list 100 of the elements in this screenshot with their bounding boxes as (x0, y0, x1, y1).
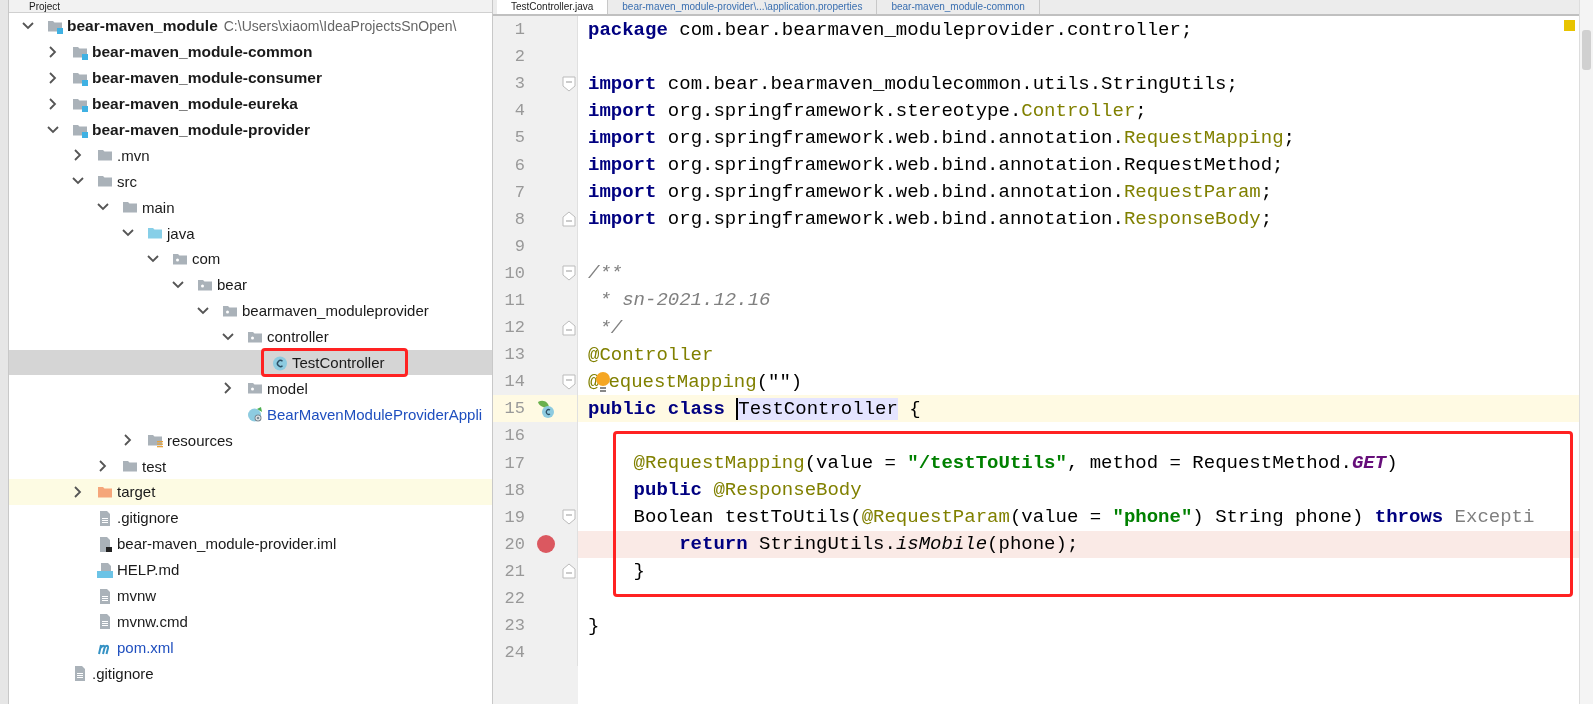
tree-item[interactable]: controller (267, 328, 329, 346)
tree-item[interactable]: bear-maven_module (67, 16, 218, 35)
folder-icon (97, 173, 113, 190)
folder-icon (147, 225, 163, 242)
code-token: } (632, 560, 645, 583)
tree-item[interactable]: bear (217, 276, 248, 294)
line-number: 21 (503, 561, 525, 581)
code-token: return (678, 533, 748, 556)
line-number: 4 (513, 101, 525, 121)
tree-item[interactable]: test (142, 457, 167, 475)
code-token: org.springframework.web.bind.annotation. (666, 208, 1124, 231)
tree-item[interactable]: HELP.md (117, 561, 180, 579)
breakpoint-icon[interactable] (536, 534, 556, 555)
line-number: 22 (503, 589, 525, 608)
editor-tab[interactable]: bear-maven_module-common (877, 0, 1040, 14)
code-token: , method = RequestMethod. (1066, 452, 1352, 475)
code-token: import (588, 126, 657, 149)
code-token: ) String phone) (1192, 506, 1365, 529)
tree-item[interactable]: model (267, 379, 308, 397)
folder-icon (122, 458, 138, 475)
tree-item[interactable]: main (142, 198, 175, 216)
code-token: TestController (738, 397, 898, 420)
code-token: @ResponseBody (712, 479, 862, 502)
code-token: ) (1386, 452, 1398, 475)
code-token: RequestMapping (1123, 126, 1284, 149)
code-token: import (588, 72, 657, 95)
file-icon (72, 665, 88, 682)
code-token: */ (598, 316, 623, 339)
code-token: RequestParam (1123, 181, 1261, 204)
tree-item[interactable]: bearmaven_moduleprovider (242, 302, 429, 320)
tree-item[interactable]: src (117, 172, 137, 190)
line-number: 6 (513, 155, 525, 175)
tree-item[interactable]: .mvn (117, 146, 150, 164)
file-icon (97, 587, 113, 604)
code-token: ; (1260, 208, 1273, 231)
project-path: C:\Users\xiaom\IdeaProjectsSnOpen\ (223, 17, 457, 34)
line-number: 9 (513, 236, 525, 256)
line-number: 17 (503, 453, 525, 473)
line-number: 3 (513, 74, 525, 94)
scrollbar-thumb[interactable] (1582, 30, 1591, 70)
code-token: @RequestParam (861, 506, 1010, 529)
editor-tab[interactable]: bear-maven_module-provider\...\application.properties (608, 0, 878, 14)
line-number: 16 (503, 426, 525, 446)
code-token: ; (1135, 99, 1147, 122)
line-number: 19 (503, 507, 525, 527)
warning-marker[interactable] (1564, 20, 1575, 31)
line-number: 8 (513, 209, 525, 229)
code-token: isMobile (895, 533, 988, 556)
code-token: package (588, 18, 668, 41)
file-icon (97, 509, 113, 526)
file-icon (97, 613, 113, 630)
file-icon (97, 535, 113, 552)
code-token: org.springframework.web.bind.annotation. (666, 126, 1124, 149)
tree-item[interactable]: java (167, 224, 195, 242)
tree-item[interactable]: .gitignore (92, 664, 154, 682)
line-number: 12 (503, 318, 525, 338)
tree-item[interactable]: .gitignore (117, 509, 179, 527)
markdown-file-icon (97, 561, 113, 578)
code-token: throws (1374, 506, 1444, 529)
code-token: ResponseBody (1123, 208, 1261, 231)
line-number: 1 (513, 20, 525, 40)
code-token: "phone" (1112, 506, 1193, 529)
tree-item[interactable]: BearMavenModuleProviderAppli (267, 405, 483, 423)
tree-item[interactable]: bear-maven_module-consumer (92, 68, 322, 87)
tree-item[interactable]: bear-maven_module-common (92, 42, 313, 61)
code-token: { (908, 397, 921, 420)
tree-item[interactable]: bear-maven_module-provider (92, 120, 310, 139)
code-token: (value = (804, 452, 897, 475)
line-number: 7 (513, 182, 525, 202)
tree-item[interactable]: bear-maven_module-provider.iml (117, 535, 337, 553)
folder-icon (97, 147, 113, 164)
editor-tab[interactable]: TestController.java (497, 0, 609, 14)
folder-icon (147, 432, 163, 449)
code-token: import (588, 208, 657, 231)
line-number: 13 (503, 345, 525, 365)
tree-item[interactable]: pom.xml (117, 638, 174, 656)
tree-item[interactable]: mvnw (117, 587, 157, 605)
line-number: 10 (503, 263, 525, 283)
code-token: "/testToUtils" (907, 452, 1067, 475)
tree-item[interactable]: bear-maven_module-eureka (92, 94, 298, 113)
code-token: Excepti (1453, 506, 1535, 529)
code-token: Controller (1021, 99, 1136, 122)
tree-item[interactable]: mvnw.cmd (117, 612, 188, 630)
code-token: StringUtils. (758, 533, 896, 556)
tree-item[interactable]: target (117, 483, 156, 501)
package-folder-icon (247, 380, 263, 397)
tree-item[interactable]: TestController (292, 354, 385, 372)
tree-item[interactable]: resources (167, 431, 233, 449)
code-token: (phone); (987, 533, 1079, 556)
line-number: 5 (513, 128, 525, 148)
tree-item[interactable]: com (192, 250, 221, 268)
class-gutter-icon[interactable] (536, 398, 556, 419)
line-number: 23 (503, 616, 525, 636)
panel-title: Project (29, 1, 61, 12)
line-number: 20 (503, 534, 525, 554)
line-number: 24 (503, 643, 525, 663)
code-token: org.springframework.web.bind.annotation.RequestMethod; (666, 154, 1284, 176)
code-token: (value = (1009, 506, 1103, 529)
code-token: ; (1283, 126, 1295, 149)
line-number: 18 (503, 480, 525, 500)
